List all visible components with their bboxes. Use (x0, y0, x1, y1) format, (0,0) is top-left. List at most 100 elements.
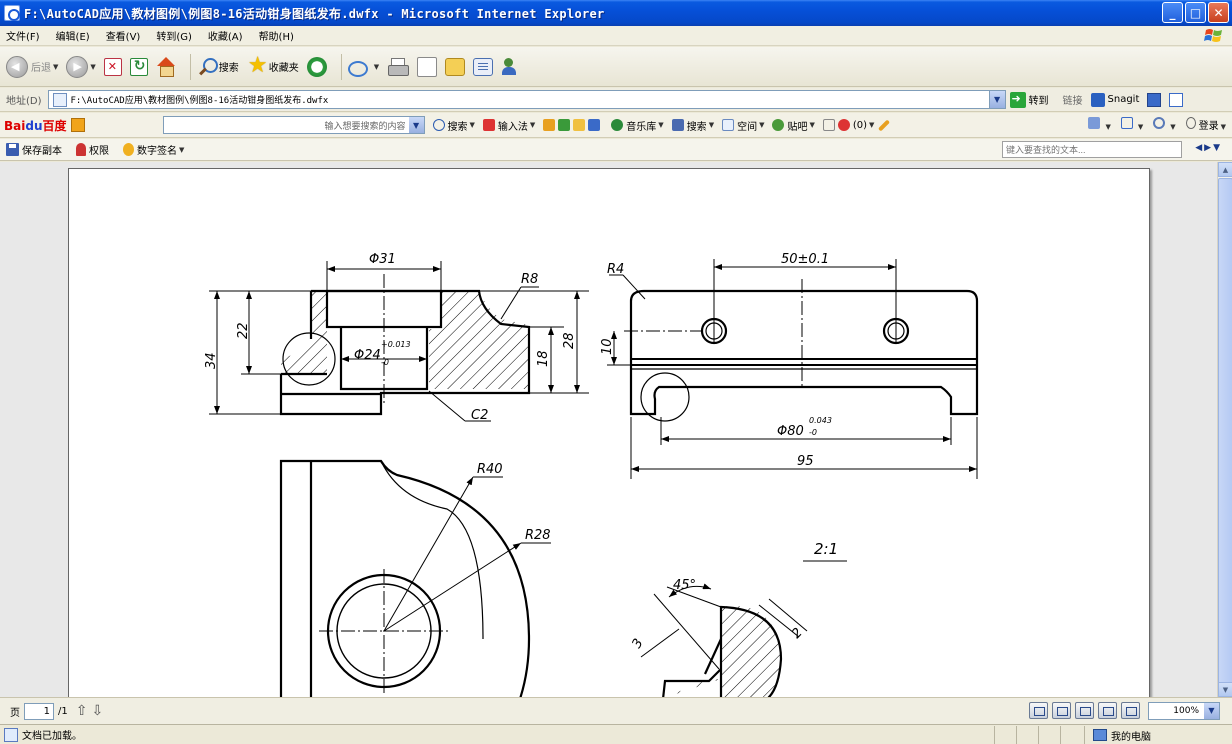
minimize-button[interactable]: _ (1162, 2, 1183, 23)
baidu-logo-paw: du (25, 118, 43, 133)
baidu-pen-button[interactable] (878, 118, 891, 132)
baidu-message-count: (0) (852, 119, 868, 131)
dim-d24: Φ24 (354, 348, 381, 363)
detail-scale-label: 2:1 (814, 540, 838, 558)
forward-button[interactable]: ▼ (66, 55, 96, 78)
baidu-music-button[interactable]: 音乐库 ▼ (611, 118, 664, 133)
baidu-tools[interactable] (543, 119, 603, 131)
back-dropdown-icon[interactable]: ▼ (53, 63, 58, 71)
discuss-button[interactable] (473, 57, 494, 76)
my-computer-icon (1093, 729, 1107, 741)
search-button[interactable]: 搜索 (197, 56, 239, 78)
full-screen-icon[interactable] (1121, 702, 1140, 719)
security-zone: 我的电脑 (1084, 726, 1232, 744)
edit-button[interactable] (417, 56, 438, 77)
go-button[interactable]: 转到 (1009, 91, 1049, 108)
space-icon (722, 119, 735, 131)
window-controls: _ □ ✕ (1162, 2, 1229, 23)
baidu-logo[interactable]: Baidu百度 (4, 117, 67, 134)
capture-icon[interactable] (1147, 92, 1162, 107)
baidu-search-input[interactable]: 输入想要搜索的内容 ▼ (162, 116, 425, 134)
address-dropdown-icon[interactable]: ▼ (988, 91, 1005, 108)
tieba-icon (772, 119, 785, 131)
back-label: 后退 (31, 63, 51, 74)
dim-45-deg: 45° (673, 578, 696, 593)
close-button[interactable]: ✕ (1208, 2, 1229, 23)
baidu-search-button[interactable]: 搜索 ▼ (432, 118, 475, 133)
folder-button[interactable] (445, 57, 466, 76)
vertical-scrollbar[interactable]: ▲ ▼ (1217, 162, 1232, 697)
gift-icon (482, 119, 495, 131)
links-label[interactable]: 链接 (1063, 92, 1083, 107)
menu-goto[interactable]: 转到(G) (156, 28, 192, 43)
baidu-message-button[interactable]: (0) ▼ (822, 119, 874, 131)
scroll-down-icon[interactable]: ▼ (1218, 682, 1232, 697)
fit-window-icon[interactable] (1029, 702, 1048, 719)
find-nav-arrows[interactable]: ◀▶▼ (1195, 143, 1222, 153)
address-value: F:\AutoCAD应用\教材图例\例图8-16活动钳身图纸发布.dwfx (70, 96, 329, 106)
address-input[interactable]: F:\AutoCAD应用\教材图例\例图8-16活动钳身图纸发布.dwfx ▼ (47, 90, 1006, 109)
find-text-input[interactable] (1002, 141, 1182, 158)
digital-signature-button[interactable]: 数字签名 ▼ (123, 142, 184, 157)
mail-button[interactable]: ▼ (347, 57, 379, 77)
baidu-tieba-button[interactable]: 贴吧 ▼ (772, 118, 815, 133)
zoom-dropdown-icon[interactable]: ▼ (1204, 703, 1219, 719)
menu-favorites[interactable]: 收藏(A) (208, 28, 243, 43)
drawing-viewer[interactable]: Φ31 R8 22 34 Φ24 +0.013 -0 18 28 C2 R4 5… (0, 162, 1217, 697)
favorites-button[interactable]: 收藏夹 (247, 53, 299, 78)
ribbon-icon (123, 143, 134, 156)
thumbnail-icon[interactable] (1098, 702, 1117, 719)
title-bar: F:\AutoCAD应用\教材图例\例图8-16活动钳身图纸发布.dwfx - … (0, 0, 1232, 26)
ie-app-icon (4, 5, 20, 21)
baidu-search2-label: 搜索 (686, 121, 707, 133)
document-icon (671, 119, 684, 131)
menu-file[interactable]: 文件(F) (6, 28, 40, 43)
scroll-thumb[interactable] (1218, 178, 1232, 686)
lock-icon (76, 143, 86, 156)
forward-dropdown-icon[interactable]: ▼ (90, 63, 95, 71)
baidu-layout-button[interactable]: ▼ (1120, 117, 1143, 132)
next-page-icon[interactable]: ⇩ (91, 703, 103, 719)
menu-bar: 文件(F) 编辑(E) 查看(V) 转到(G) 收藏(A) 帮助(H) (0, 26, 1232, 46)
fit-width-icon[interactable] (1052, 702, 1071, 719)
dim-34: 34 (204, 352, 219, 369)
menu-edit[interactable]: 编辑(E) (56, 28, 90, 43)
maximize-button[interactable]: □ (1185, 2, 1206, 23)
menu-help[interactable]: 帮助(H) (259, 28, 294, 43)
baidu-menu-icon[interactable] (70, 118, 85, 132)
edit-page-icon (417, 56, 438, 77)
baidu-add-button[interactable]: ▼ (1088, 117, 1111, 132)
stop-button[interactable] (103, 57, 122, 76)
page-number-input[interactable]: 1 (24, 702, 54, 720)
baidu-space-label: 空间 (737, 121, 758, 133)
baidu-ime-button[interactable]: 输入法 ▼ (482, 118, 535, 133)
back-button[interactable]: 后退 ▼ (6, 55, 58, 78)
baidu-settings-button[interactable]: ▼ (1153, 117, 1176, 132)
capture-window-icon[interactable] (1169, 92, 1184, 107)
previous-page-icon[interactable]: ⇧ (76, 703, 88, 719)
home-button[interactable] (156, 56, 176, 77)
baidu-space-button[interactable]: 空间 ▼ (722, 118, 764, 133)
permissions-button[interactable]: 权限 (76, 142, 109, 157)
history-button[interactable] (306, 56, 327, 77)
save-copy-button[interactable]: 保存副本 (6, 142, 62, 157)
snagit-button[interactable]: Snagit (1090, 92, 1139, 107)
baidu-search-dropdown-icon[interactable]: ▼ (408, 117, 424, 133)
magnifier-icon (432, 119, 445, 131)
single-page-icon[interactable] (1075, 702, 1094, 719)
messenger-button[interactable] (501, 57, 521, 77)
mail-dropdown-icon[interactable]: ▼ (374, 63, 379, 71)
dim-c2: C2 (471, 408, 488, 423)
top-view (279, 459, 531, 697)
scroll-up-icon[interactable]: ▲ (1218, 162, 1232, 177)
zoom-select[interactable]: 100% ▼ (1148, 702, 1220, 720)
baidu-login-button[interactable]: 登录 ▼ (1185, 117, 1226, 132)
menu-view[interactable]: 查看(V) (106, 28, 141, 43)
standard-toolbar: 后退 ▼ ▼ 搜索 收藏夹 ▼ (0, 47, 1232, 87)
window-title: F:\AutoCAD应用\教材图例\例图8-16活动钳身图纸发布.dwfx - … (24, 6, 605, 21)
print-button[interactable] (387, 57, 410, 77)
refresh-button[interactable] (129, 57, 148, 76)
layout-icon (1120, 117, 1133, 129)
home-icon (156, 56, 176, 77)
baidu-search2-button[interactable]: 搜索 ▼ (671, 118, 714, 133)
